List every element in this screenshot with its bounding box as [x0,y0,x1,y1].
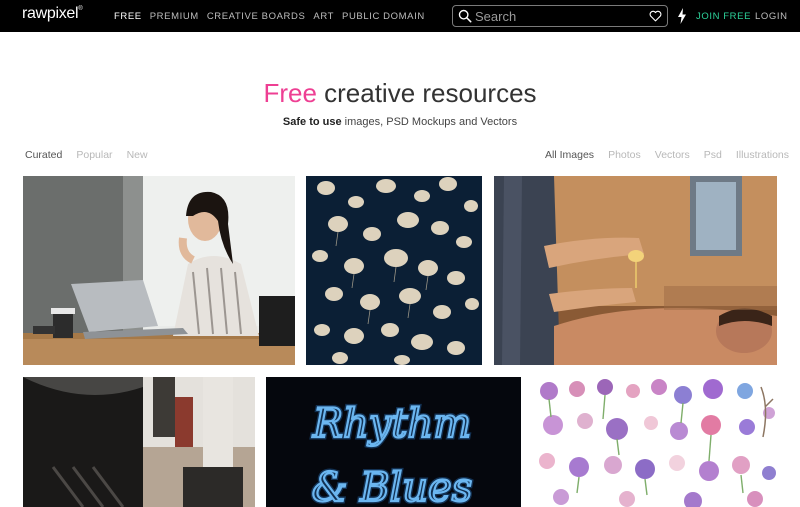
massage-oil-photo[interactable] [494,176,777,365]
neon-glow-line-1: Rhythm [312,401,471,447]
nav-art[interactable]: ART [313,11,334,22]
sort-curated[interactable]: Curated [25,149,62,161]
subtitle-rest: images, PSD Mockups and Vectors [341,116,518,128]
title-rest: creative resources [316,78,537,108]
filter-vectors[interactable]: Vectors [655,149,690,161]
filter-psd[interactable]: Psd [704,149,722,161]
search-icon[interactable] [458,9,472,23]
join-free-link[interactable]: JOIN FREE [696,11,751,22]
subtitle-bold: Safe to use [282,116,342,128]
nav-premium[interactable]: PREMIUM [150,11,199,22]
sort-popular[interactable]: Popular [76,149,112,161]
woman-with-laptop-photo[interactable] [23,176,295,365]
rawpixel-logo[interactable]: rawpixel® [22,5,83,23]
search-input[interactable] [475,7,645,25]
nav-free[interactable]: FREE [114,11,142,22]
nav-public-domain[interactable]: PUBLIC DOMAIN [342,11,425,22]
jellyfish-photo[interactable] [306,176,482,365]
neon-sign-photo[interactable]: Rhythm & Blues Rhythm & Blues [266,377,521,507]
neon-glow-line-2: & Blues [312,465,472,507]
nav-creative-boards[interactable]: CREATIVE BOARDS [207,11,306,22]
filter-photos[interactable]: Photos [608,149,641,161]
lightning-icon[interactable] [677,8,687,24]
main-nav: FREE PREMIUM CREATIVE BOARDS ART PUBLIC … [114,11,433,22]
page-title: Free creative resources [0,78,800,109]
office-people-photo[interactable] [23,377,255,507]
search-box [452,5,668,27]
login-link[interactable]: LOGIN [755,11,788,22]
filter-illustrations[interactable]: Illustrations [736,149,789,161]
heart-icon[interactable] [649,10,662,22]
page-subtitle: Safe to use images, PSD Mockups and Vect… [0,116,800,128]
sort-new[interactable]: New [127,149,148,161]
filter-all-images[interactable]: All Images [545,149,594,161]
watercolor-flowers-illustration[interactable] [533,377,777,507]
title-accent-word: Free [263,78,317,108]
top-navigation-bar: rawpixel® FREE PREMIUM CREATIVE BOARDS A… [0,0,800,32]
type-filters: All Images Photos Vectors Psd Illustrati… [531,149,789,161]
sort-options: Curated Popular New [25,149,162,161]
